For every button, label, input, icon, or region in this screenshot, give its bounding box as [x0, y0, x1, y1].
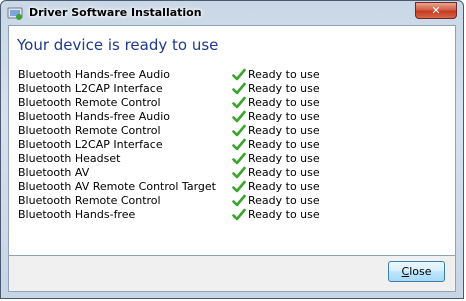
device-name: Bluetooth Remote Control: [18, 124, 161, 137]
button-bar: Close: [8, 256, 456, 292]
green-check-icon: [232, 68, 246, 81]
green-check-icon: [232, 82, 246, 95]
device-row: Bluetooth Hands-free Ready to use: [18, 208, 438, 222]
device-name: Bluetooth Hands-free Audio: [18, 110, 171, 123]
green-check-icon: [232, 138, 246, 151]
device-status: Ready to use: [248, 124, 320, 137]
title-bar[interactable]: Driver Software Installation ✕: [1, 1, 463, 25]
device-name: Bluetooth Hands-free: [18, 208, 136, 221]
device-row: Bluetooth Remote Control Ready to use: [18, 124, 438, 138]
green-check-icon: [232, 96, 246, 109]
device-status: Ready to use: [248, 138, 320, 151]
device-name: Bluetooth L2CAP Interface: [18, 138, 163, 151]
green-check-icon: [232, 180, 246, 193]
device-name: Bluetooth Remote Control: [18, 194, 161, 207]
device-row: Bluetooth Headset Ready to use: [18, 152, 438, 166]
window-title: Driver Software Installation: [29, 6, 202, 19]
green-check-icon: [232, 152, 246, 165]
installation-dialog: Driver Software Installation ✕ Your devi…: [0, 0, 464, 299]
device-row: Bluetooth Remote Control Ready to use: [18, 194, 438, 208]
green-check-icon: [232, 124, 246, 137]
device-name: Bluetooth Remote Control: [18, 96, 161, 109]
device-row: Bluetooth L2CAP Interface Ready to use: [18, 138, 438, 152]
driver-install-icon: [7, 7, 23, 20]
page-heading: Your device is ready to use: [17, 36, 219, 54]
close-button-accelerator: C: [401, 265, 410, 278]
device-row: Bluetooth Remote Control Ready to use: [18, 96, 438, 110]
device-row: Bluetooth AV Ready to use: [18, 166, 438, 180]
device-status: Ready to use: [248, 68, 320, 81]
close-button[interactable]: Close: [388, 261, 445, 282]
green-check-icon: [232, 110, 246, 123]
device-status: Ready to use: [248, 82, 320, 95]
device-row: Bluetooth Hands-free Audio Ready to use: [18, 68, 438, 82]
device-status: Ready to use: [248, 166, 320, 179]
device-name: Bluetooth L2CAP Interface: [18, 82, 163, 95]
device-status: Ready to use: [248, 208, 320, 221]
device-name: Bluetooth AV: [18, 166, 90, 179]
green-check-icon: [232, 194, 246, 207]
device-row: Bluetooth AV Remote Control Target Ready …: [18, 180, 438, 194]
content-area: Your device is ready to use Bluetooth Ha…: [8, 25, 456, 256]
device-list: Bluetooth Hands-free Audio Ready to use Bl…: [18, 68, 438, 222]
device-status: Ready to use: [248, 194, 320, 207]
device-status: Ready to use: [248, 152, 320, 165]
device-status: Ready to use: [248, 110, 320, 123]
device-status: Ready to use: [248, 96, 320, 109]
device-name: Bluetooth AV Remote Control Target: [18, 180, 216, 193]
close-button-label: lose: [409, 265, 432, 278]
device-row: Bluetooth L2CAP Interface Ready to use: [18, 82, 438, 96]
green-check-icon: [232, 208, 246, 221]
window-close-button[interactable]: ✕: [415, 2, 457, 19]
device-status: Ready to use: [248, 180, 320, 193]
device-name: Bluetooth Hands-free Audio: [18, 68, 171, 81]
device-row: Bluetooth Hands-free Audio Ready to use: [18, 110, 438, 124]
green-check-icon: [232, 166, 246, 179]
device-name: Bluetooth Headset: [18, 152, 121, 165]
